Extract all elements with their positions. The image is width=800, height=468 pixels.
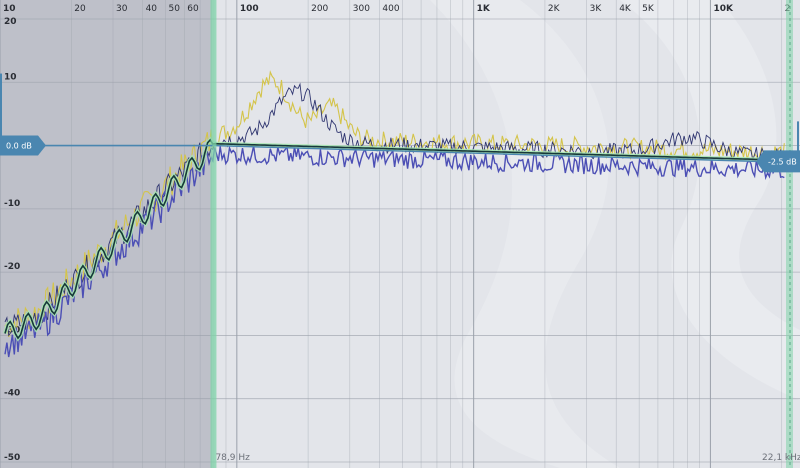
low-gain-tag-label: 0.0 dB [6,142,32,151]
low-cut-shaded-region [0,0,213,468]
frequency-label: 10 [3,4,16,14]
low-gain-tag-bar [0,73,2,146]
db-label: -10 [4,199,20,209]
db-label: 10 [4,72,17,82]
frequency-label: 300 [353,4,370,14]
low-cut-frequency-label: 78,9 Hz [215,453,250,463]
frequency-label: 2K [548,4,561,14]
frequency-label: 200 [311,4,328,14]
db-label: 20 [4,17,17,27]
frequency-label: 50 [169,4,181,14]
frequency-label: 1K [477,4,491,14]
eq-graph[interactable]: 1020304050601002003004001K2K3K4K5K10K2 2… [0,0,800,468]
low-cut-shade [0,0,213,468]
frequency-label: 10K [713,4,734,14]
frequency-label: 400 [382,4,399,14]
high-gain-tag-label: -2.5 dB [768,157,797,166]
db-label: -20 [4,262,20,272]
frequency-label: 20 [74,4,86,14]
frequency-label: 4K [619,4,632,14]
high-cut-frequency-label: 22,1 kHz [762,453,800,463]
frequency-label: 30 [116,4,128,14]
db-label: -40 [4,389,20,399]
frequency-label: 5K [642,4,655,14]
frequency-label: 100 [240,4,259,14]
frequency-label: 40 [146,4,158,14]
frequency-label: 60 [187,4,199,14]
db-label: -50 [4,453,20,463]
frequency-label: 3K [590,4,603,14]
high-gain-tag-bar [797,121,799,162]
low-cut-handle [210,0,217,468]
